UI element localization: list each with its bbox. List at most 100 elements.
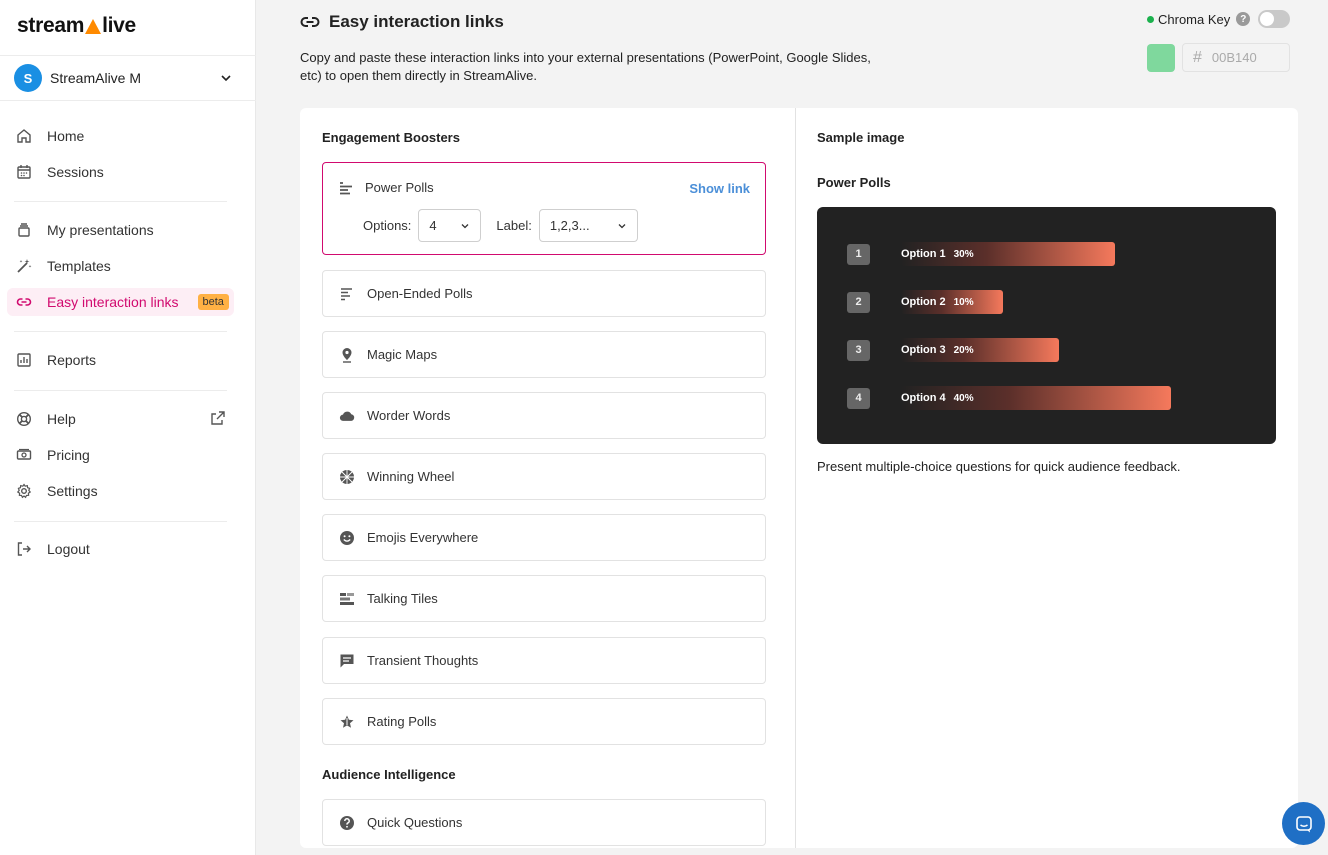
star-rating-icon xyxy=(339,714,355,730)
option-number-badge: 1 xyxy=(847,243,870,265)
tool-label: Talking Tiles xyxy=(367,591,438,606)
external-link-icon xyxy=(210,410,226,429)
account-switcher[interactable]: S StreamAlive M xyxy=(14,64,234,92)
chroma-key-toggle[interactable] xyxy=(1258,10,1291,28)
nav-templates[interactable]: Templates xyxy=(7,252,234,280)
sidebar: stream live S StreamAlive M Home Sessions… xyxy=(0,0,256,855)
nav-my-presentations-label: My presentations xyxy=(47,222,154,238)
home-icon xyxy=(15,127,33,145)
page-title-text: Easy interaction links xyxy=(329,12,504,31)
option-number-badge: 3 xyxy=(847,339,870,361)
nav-help[interactable]: Help xyxy=(7,405,234,433)
nav-home-label: Home xyxy=(47,128,85,144)
nav-logout[interactable]: Logout xyxy=(7,535,234,563)
power-polls-preview: 1 Option 1 30% 2 Option 2 10% 3 Option 3 20… xyxy=(817,207,1276,444)
tool-transient-thoughts[interactable]: Transient Thoughts xyxy=(322,637,766,684)
nav-logout-label: Logout xyxy=(47,541,90,557)
nav-pricing[interactable]: Pricing xyxy=(7,441,234,469)
tool-label: Open-Ended Polls xyxy=(367,286,473,301)
nav-reports[interactable]: Reports xyxy=(7,346,234,374)
presentation-stack-icon xyxy=(15,221,33,239)
nav-home[interactable]: Home xyxy=(7,122,234,150)
option-percent: 10% xyxy=(953,296,974,308)
option-label: Option 1 xyxy=(901,248,946,260)
nav-reports-label: Reports xyxy=(47,352,97,368)
nav-settings-label: Settings xyxy=(47,483,98,499)
chroma-key-label: Chroma Key xyxy=(1158,11,1231,27)
preview-bar: Option 1 30% xyxy=(901,242,1115,266)
page-title: Easy interaction links xyxy=(300,12,504,32)
divider xyxy=(0,55,256,56)
tool-power-polls[interactable]: Power Polls Show link Options: 4 Label: … xyxy=(322,162,766,255)
color-hex-input[interactable]: # 00B140 xyxy=(1182,43,1290,72)
options-select[interactable]: 4 xyxy=(418,209,482,242)
list-lines-icon xyxy=(339,286,355,302)
section-title-audience-intelligence: Audience Intelligence xyxy=(322,767,456,782)
preview-row: 3 Option 3 20% xyxy=(847,338,1147,362)
option-percent: 20% xyxy=(953,344,974,356)
label-select[interactable]: 1,2,3... xyxy=(538,209,638,242)
tool-talking-tiles[interactable]: Talking Tiles xyxy=(322,575,766,622)
tool-magic-maps[interactable]: Magic Maps xyxy=(322,331,766,378)
hash-icon: # xyxy=(1193,48,1202,66)
divider xyxy=(14,390,227,391)
option-percent: 30% xyxy=(953,248,974,260)
tool-open-ended-polls[interactable]: Open-Ended Polls xyxy=(322,270,766,317)
tool-label: Winning Wheel xyxy=(367,469,455,484)
tool-emojis-everywhere[interactable]: Emojis Everywhere xyxy=(322,514,766,561)
nav-sessions[interactable]: Sessions xyxy=(7,158,234,186)
option-label: Option 3 xyxy=(901,344,946,356)
label-label: Label: xyxy=(496,218,532,233)
tool-label: Emojis Everywhere xyxy=(367,530,479,545)
chevron-down-icon xyxy=(218,70,234,86)
tool-winning-wheel[interactable]: Winning Wheel xyxy=(322,453,766,500)
options-select-value: 4 xyxy=(429,218,437,233)
avatar: S xyxy=(14,64,42,92)
nav-my-presentations[interactable]: My presentations xyxy=(7,216,234,244)
preview-bar: Option 3 20% xyxy=(901,338,1059,362)
link-icon xyxy=(15,293,33,311)
sample-tool-name: Power Polls xyxy=(817,175,891,190)
divider xyxy=(14,521,227,522)
map-pin-icon xyxy=(339,347,355,363)
nav-pricing-label: Pricing xyxy=(47,447,90,463)
color-swatch[interactable] xyxy=(1147,44,1175,72)
tool-quick-questions[interactable]: Quick Questions xyxy=(322,799,766,846)
lifebuoy-icon xyxy=(15,410,33,428)
logo-text-prefix: stream xyxy=(17,14,85,37)
logout-icon xyxy=(15,540,33,558)
smiley-icon xyxy=(339,530,355,546)
nav-easy-interaction-links[interactable]: Easy interaction links beta xyxy=(7,288,234,316)
nav-sessions-label: Sessions xyxy=(47,164,104,180)
account-name: StreamAlive M xyxy=(50,70,142,86)
status-dot xyxy=(1147,15,1154,23)
bar-chart-icon xyxy=(15,351,33,369)
preview-bar: Option 2 10% xyxy=(901,290,1003,314)
nav-help-label: Help xyxy=(47,411,76,427)
nav-easy-links-label: Easy interaction links xyxy=(47,294,179,310)
chat-launcher-button[interactable] xyxy=(1282,802,1325,845)
calendar-icon xyxy=(15,163,33,181)
nav-settings[interactable]: Settings xyxy=(7,477,234,505)
poll-options-row: Options: 4 Label: 1,2,3... xyxy=(363,209,638,242)
chroma-key-control: Chroma Key ? xyxy=(1147,10,1291,28)
tool-label: Quick Questions xyxy=(367,815,463,830)
tool-label: Magic Maps xyxy=(367,347,438,362)
help-icon[interactable]: ? xyxy=(1236,12,1251,26)
show-link-button[interactable]: Show link xyxy=(689,181,750,196)
money-icon xyxy=(15,446,33,464)
sample-description: Present multiple-choice questions for qu… xyxy=(817,459,1181,474)
logo-text-suffix: live xyxy=(102,14,136,37)
tool-rating-polls[interactable]: Rating Polls xyxy=(322,698,766,745)
tool-worder-words[interactable]: Worder Words xyxy=(322,392,766,439)
cloud-icon xyxy=(339,408,355,424)
power-polls-header: Power Polls xyxy=(339,180,434,195)
option-number-badge: 4 xyxy=(847,387,870,409)
divider xyxy=(14,201,227,202)
power-polls-label: Power Polls xyxy=(365,180,434,195)
page-description: Copy and paste these interaction links i… xyxy=(300,50,871,83)
nav-templates-label: Templates xyxy=(47,258,111,274)
color-hex-value: 00B140 xyxy=(1211,50,1257,65)
streamalive-logo[interactable]: stream live xyxy=(17,14,136,38)
preview-bar: Option 4 40% xyxy=(901,386,1171,410)
